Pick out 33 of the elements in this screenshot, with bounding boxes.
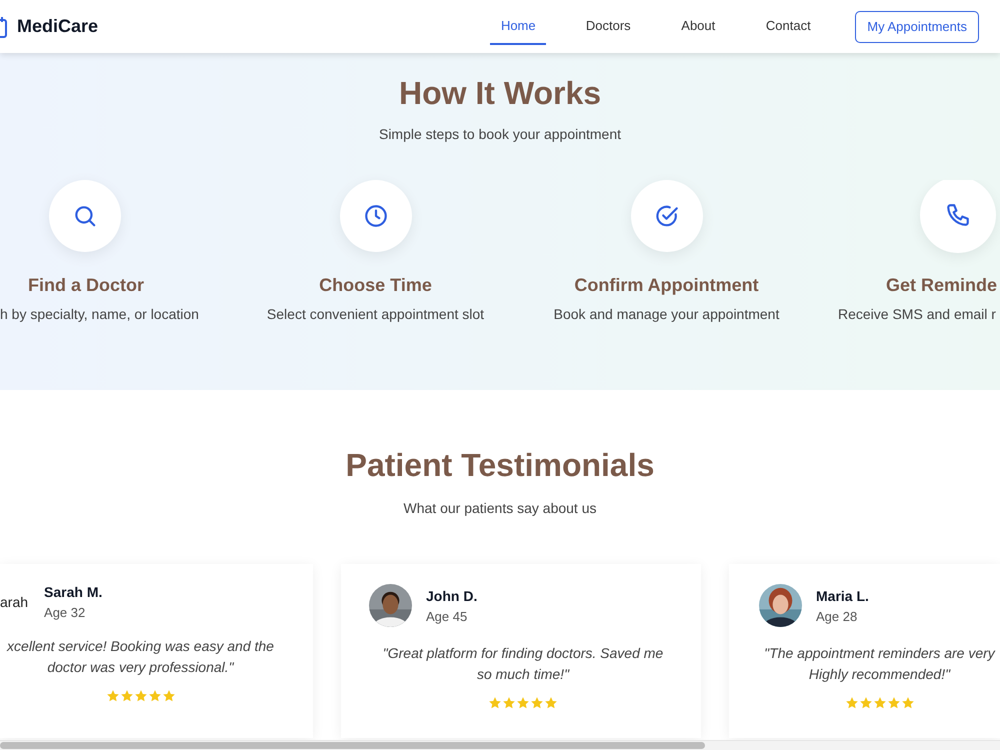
step-description: Select convenient appointment slot [266, 306, 484, 322]
testimonial-quote: "Great platform for finding doctors. Saved me so much time!" [382, 644, 664, 684]
nav-link[interactable]: About [653, 0, 744, 53]
step-description: h by specialty, name, or location [0, 306, 199, 322]
step-description: Receive SMS and email r [838, 306, 996, 322]
patient-name: John D. [426, 588, 478, 604]
step-description: Book and manage your appointment [554, 306, 780, 322]
step-title: Choose Time [319, 275, 432, 296]
nav-link[interactable]: Contact [743, 0, 834, 53]
step-title: Get Reminde [886, 275, 998, 296]
nav-link[interactable]: Doctors [563, 0, 654, 53]
phone-icon [945, 202, 971, 228]
section-subtitle: Simple steps to book your appointment [378, 126, 622, 142]
horizontal-scrollbar[interactable] [0, 740, 1000, 750]
step-title: Find a Doctor [28, 275, 144, 296]
appointments-button[interactable]: My Appointments [855, 10, 979, 42]
patient-age: Age 28 [816, 608, 858, 624]
patient-age: Age 45 [426, 608, 468, 624]
calendar-icon [0, 16, 8, 38]
check-circle-icon [654, 203, 680, 229]
step-title: Confirm Appointment [574, 275, 759, 296]
patient-name: Sarah M. [44, 584, 102, 600]
nav-link[interactable]: Home [490, 8, 546, 44]
clock-icon [362, 203, 388, 229]
brand-name[interactable]: MediCare [17, 16, 98, 37]
testimonial-quote: "The appointment reminders are very Highly recommended!" [763, 644, 996, 684]
section-title: Patient Testimonials [346, 447, 654, 484]
avatar-alt-text: arah [0, 594, 28, 610]
patient-name: Maria L. [816, 588, 869, 604]
patient-age: Age 32 [44, 605, 86, 620]
section-title: How It Works [398, 75, 602, 112]
testimonial-quote: xcellent service! Booking was easy and the doctor was very professional." [6, 637, 275, 677]
section-subtitle: What our patients say about us [404, 500, 596, 516]
